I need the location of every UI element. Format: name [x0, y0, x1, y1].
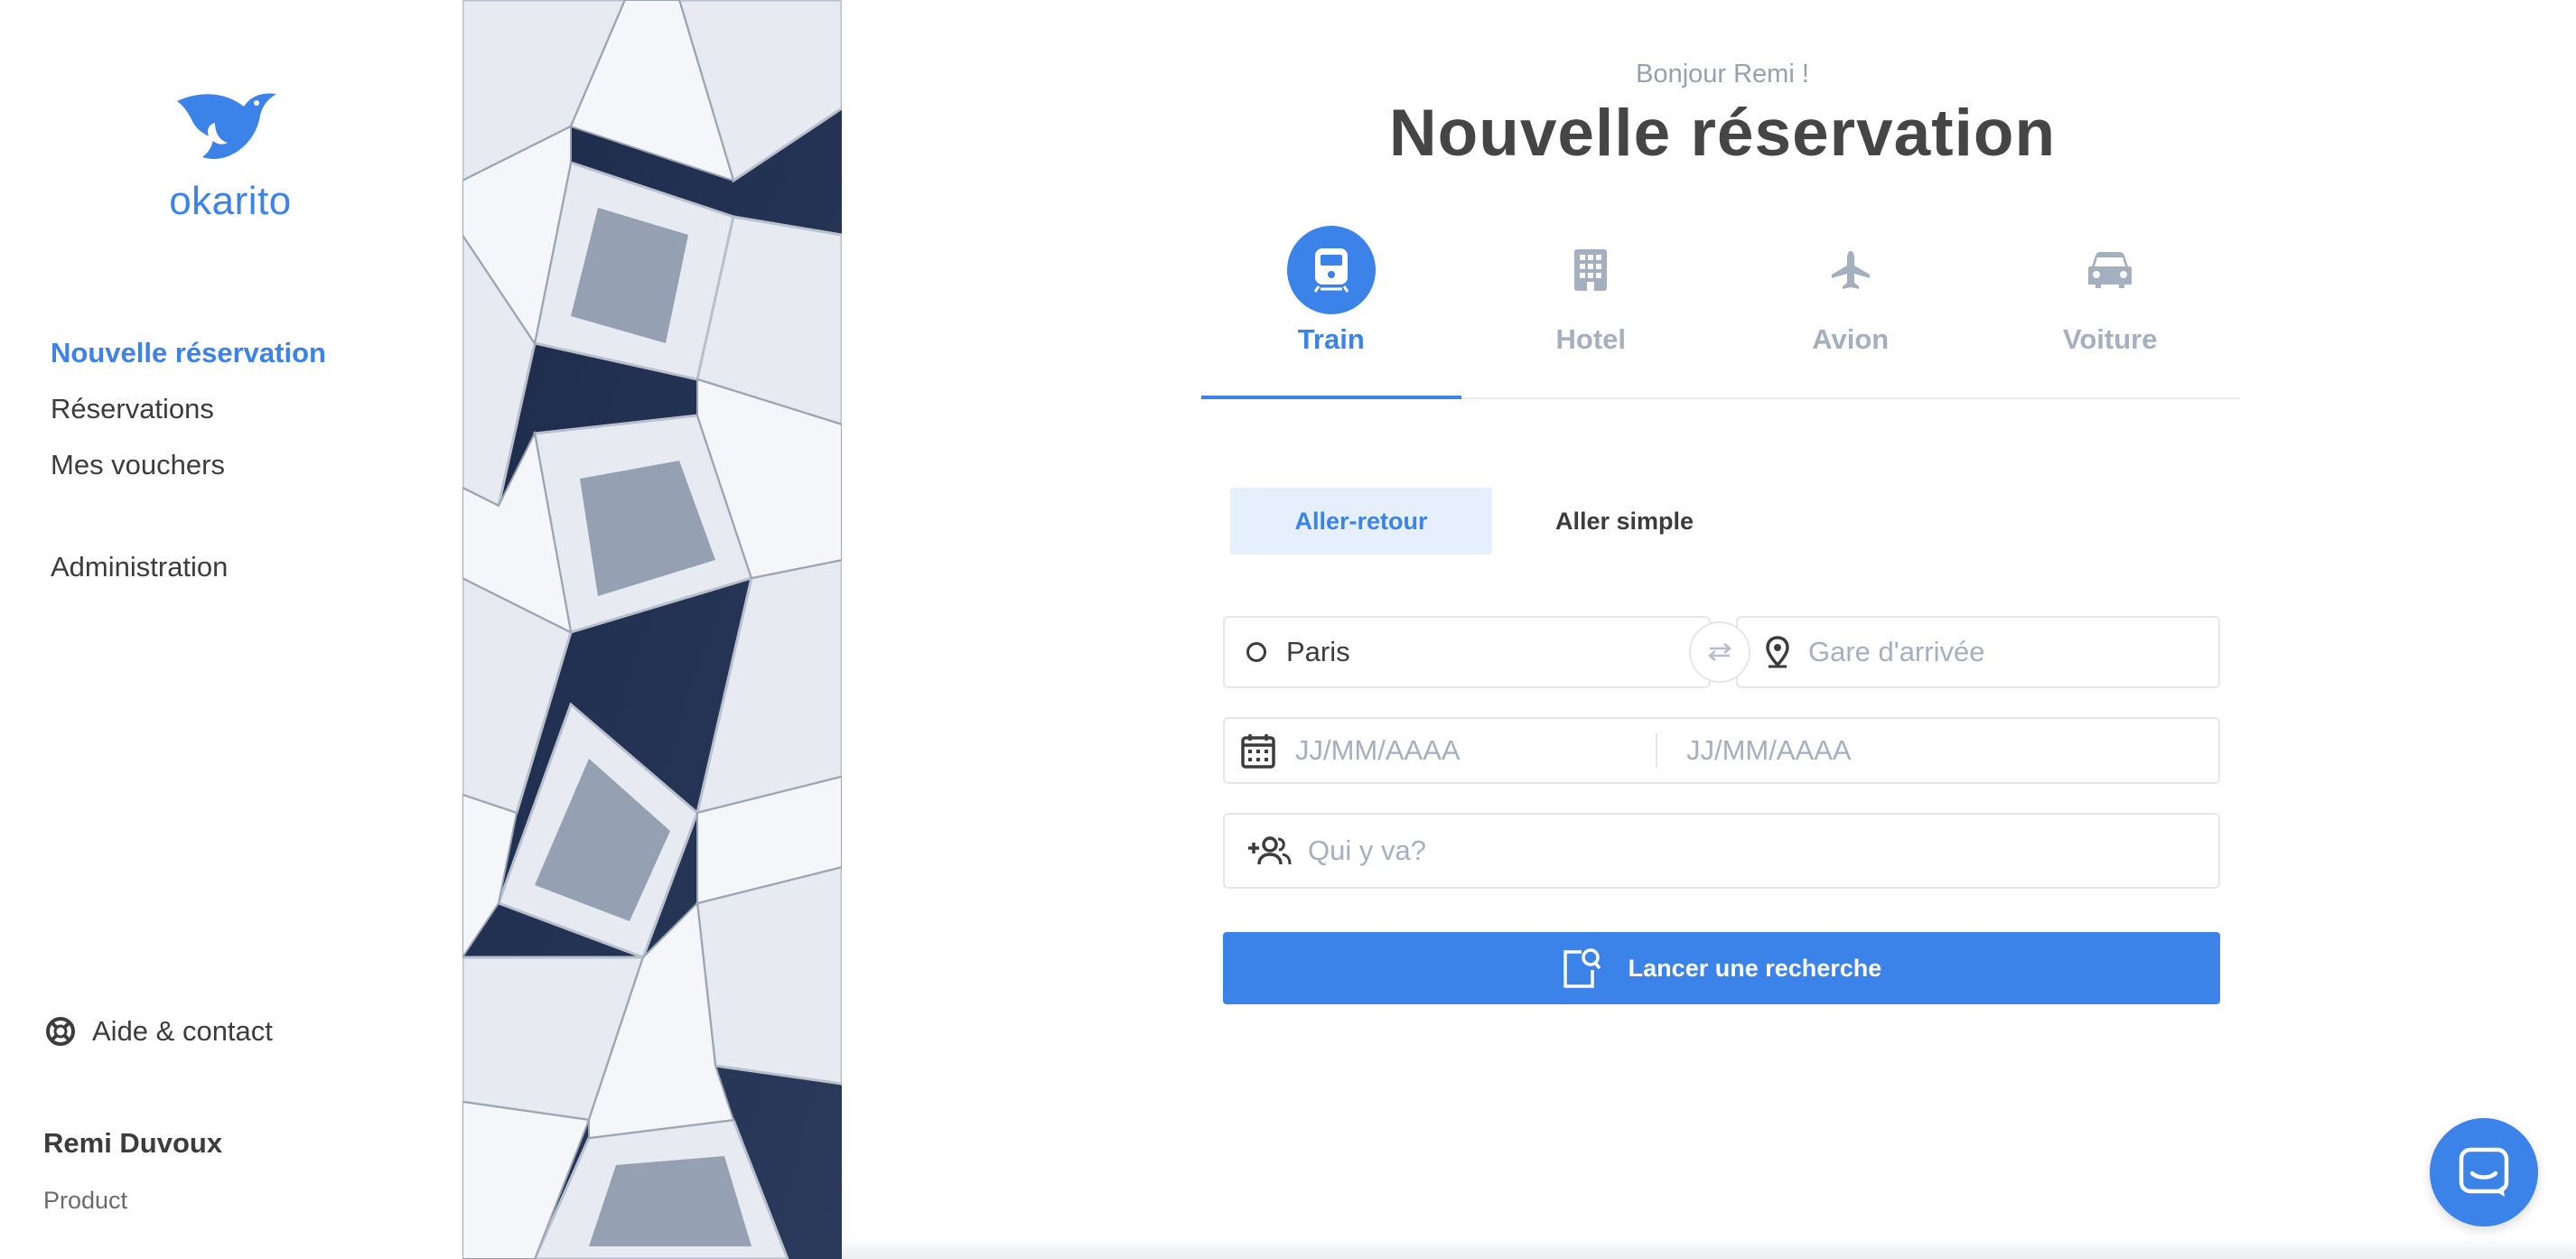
calendar-icon [1241, 734, 1275, 769]
car-icon-badge [2066, 226, 2154, 314]
tab-hotel-label: Hotel [1555, 323, 1627, 355]
add-travelers-icon [1248, 836, 1292, 865]
nav-item-vouchers[interactable]: Mes vouchers [51, 443, 326, 499]
tab-car-label: Voiture [2063, 323, 2158, 355]
app: okarito Nouvelle réservation Réservation… [0, 0, 2576, 1259]
train-icon-badge [1286, 226, 1376, 314]
lifebuoy-icon [46, 1017, 75, 1046]
transport-tabs: Train Hotel Avion Voiture [1201, 226, 2240, 399]
greeting: Bonjour Remi ! [1636, 60, 1809, 89]
hotel-icon [1574, 249, 1608, 291]
nav-item-bookings[interactable]: Réservations [51, 387, 326, 443]
chat-bubble-icon [2459, 1147, 2509, 1197]
hotel-icon-badge [1546, 226, 1635, 314]
page-title: Nouvelle réservation [1388, 97, 2057, 170]
sidebar: okarito Nouvelle réservation Réservation… [0, 0, 462, 1259]
swap-arrows-icon [1708, 643, 1731, 661]
help-label: Aide & contact [92, 1015, 273, 1047]
plane-icon [1831, 251, 1870, 289]
car-icon [2088, 252, 2133, 288]
travelers-input[interactable] [1308, 835, 2218, 867]
travelers-field[interactable] [1223, 813, 2220, 889]
dates-field[interactable] [1223, 717, 2220, 784]
nav-item-new-booking[interactable]: Nouvelle réservation [51, 331, 326, 387]
plane-icon-badge [1806, 226, 1895, 314]
user-role: Product [43, 1187, 128, 1214]
tab-car[interactable]: Voiture [1981, 226, 2241, 397]
origin-circle-icon [1246, 642, 1266, 662]
search-button-label: Lancer une recherche [1628, 954, 1882, 982]
location-pin-icon [1766, 636, 1789, 668]
tab-train-label: Train [1297, 323, 1365, 355]
tab-hotel[interactable]: Hotel [1461, 226, 1722, 397]
trip-type-toggle: Aller-retour Aller simple [1230, 488, 1799, 555]
search-button[interactable]: Lancer une recherche [1223, 932, 2220, 1004]
user-name: Remi Duvoux [43, 1127, 223, 1159]
arrival-input[interactable] [1808, 636, 2218, 668]
date-separator [1656, 733, 1657, 768]
nav-item-administration[interactable]: Administration [51, 545, 228, 590]
tab-train[interactable]: Train [1201, 226, 1461, 399]
swap-stations-button[interactable] [1689, 621, 1750, 683]
one-way-button[interactable]: Aller simple [1528, 488, 1799, 555]
train-icon [1313, 248, 1349, 293]
departure-date-input[interactable] [1295, 734, 1656, 767]
chat-launcher-button[interactable] [2430, 1118, 2538, 1226]
tab-plane[interactable]: Avion [1721, 226, 1981, 397]
logo[interactable]: okarito [145, 87, 316, 231]
departure-field[interactable] [1223, 616, 1711, 688]
arrival-field[interactable] [1736, 616, 2220, 688]
departure-input[interactable] [1286, 636, 1709, 668]
architecture-photo [462, 0, 842, 1259]
help-contact-link[interactable]: Aide & contact [45, 1015, 273, 1048]
bird-logo-icon [177, 93, 276, 159]
round-trip-button[interactable]: Aller-retour [1230, 488, 1492, 555]
main-content: Bonjour Remi ! Nouvelle réservation Trai… [842, 0, 2576, 1259]
main-nav: Nouvelle réservation Réservations Mes vo… [51, 331, 326, 499]
bottom-shadow [842, 1237, 2576, 1259]
brand-name: okarito [169, 179, 292, 223]
geometric-lattice-image [462, 0, 842, 1259]
tab-plane-label: Avion [1812, 323, 1890, 355]
search-document-icon [1563, 948, 1601, 988]
return-date-input[interactable] [1686, 734, 2218, 767]
